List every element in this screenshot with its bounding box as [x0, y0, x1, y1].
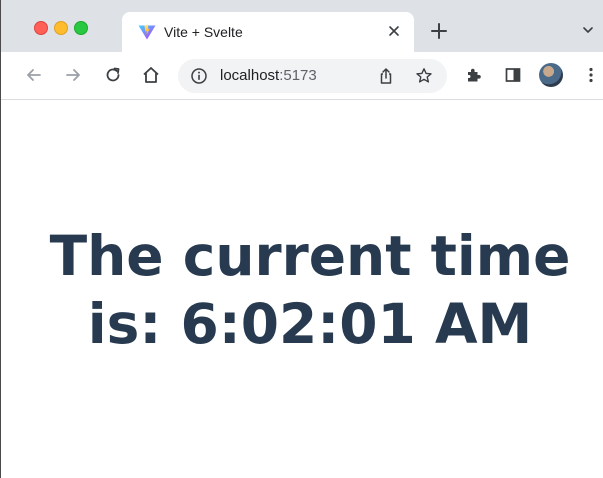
url-text: localhost:5173 — [220, 67, 317, 84]
avatar[interactable] — [539, 63, 563, 87]
url-host: localhost — [220, 67, 280, 84]
address-bar[interactable]: localhost:5173 — [178, 59, 447, 93]
share-icon[interactable] — [376, 66, 396, 86]
browser-window: Vite + Svelte localhost:5173 The current… — [0, 0, 603, 478]
extensions-icon[interactable] — [464, 65, 484, 85]
close-window-button[interactable] — [34, 21, 48, 35]
page-content: The current time is: 6:02:01 AM — [1, 100, 603, 478]
forward-icon[interactable] — [63, 65, 83, 85]
zoom-window-button[interactable] — [74, 21, 88, 35]
star-icon[interactable] — [414, 66, 434, 86]
back-icon[interactable] — [24, 65, 44, 85]
heading-line-1: The current time — [49, 224, 571, 288]
tab-strip: Vite + Svelte — [1, 0, 603, 52]
vite-logo-icon — [138, 24, 156, 40]
home-icon[interactable] — [141, 65, 161, 85]
browser-toolbar: localhost:5173 — [1, 52, 603, 100]
close-icon[interactable] — [384, 21, 404, 41]
more-menu-icon[interactable] — [581, 65, 601, 85]
tab-vite-svelte[interactable]: Vite + Svelte — [122, 12, 414, 52]
reload-icon[interactable] — [103, 65, 123, 85]
tab-search-chevron-icon[interactable] — [580, 22, 596, 38]
side-panel-icon[interactable] — [503, 65, 523, 85]
heading-line-2: is: 6:02:01 AM — [87, 292, 533, 356]
current-time-heading: The current time is: 6:02:01 AM — [1, 222, 603, 358]
info-icon[interactable] — [190, 67, 208, 85]
tab-title: Vite + Svelte — [164, 24, 243, 40]
url-port: :5173 — [279, 67, 317, 84]
new-tab-button[interactable] — [428, 20, 450, 42]
minimize-window-button[interactable] — [54, 21, 68, 35]
